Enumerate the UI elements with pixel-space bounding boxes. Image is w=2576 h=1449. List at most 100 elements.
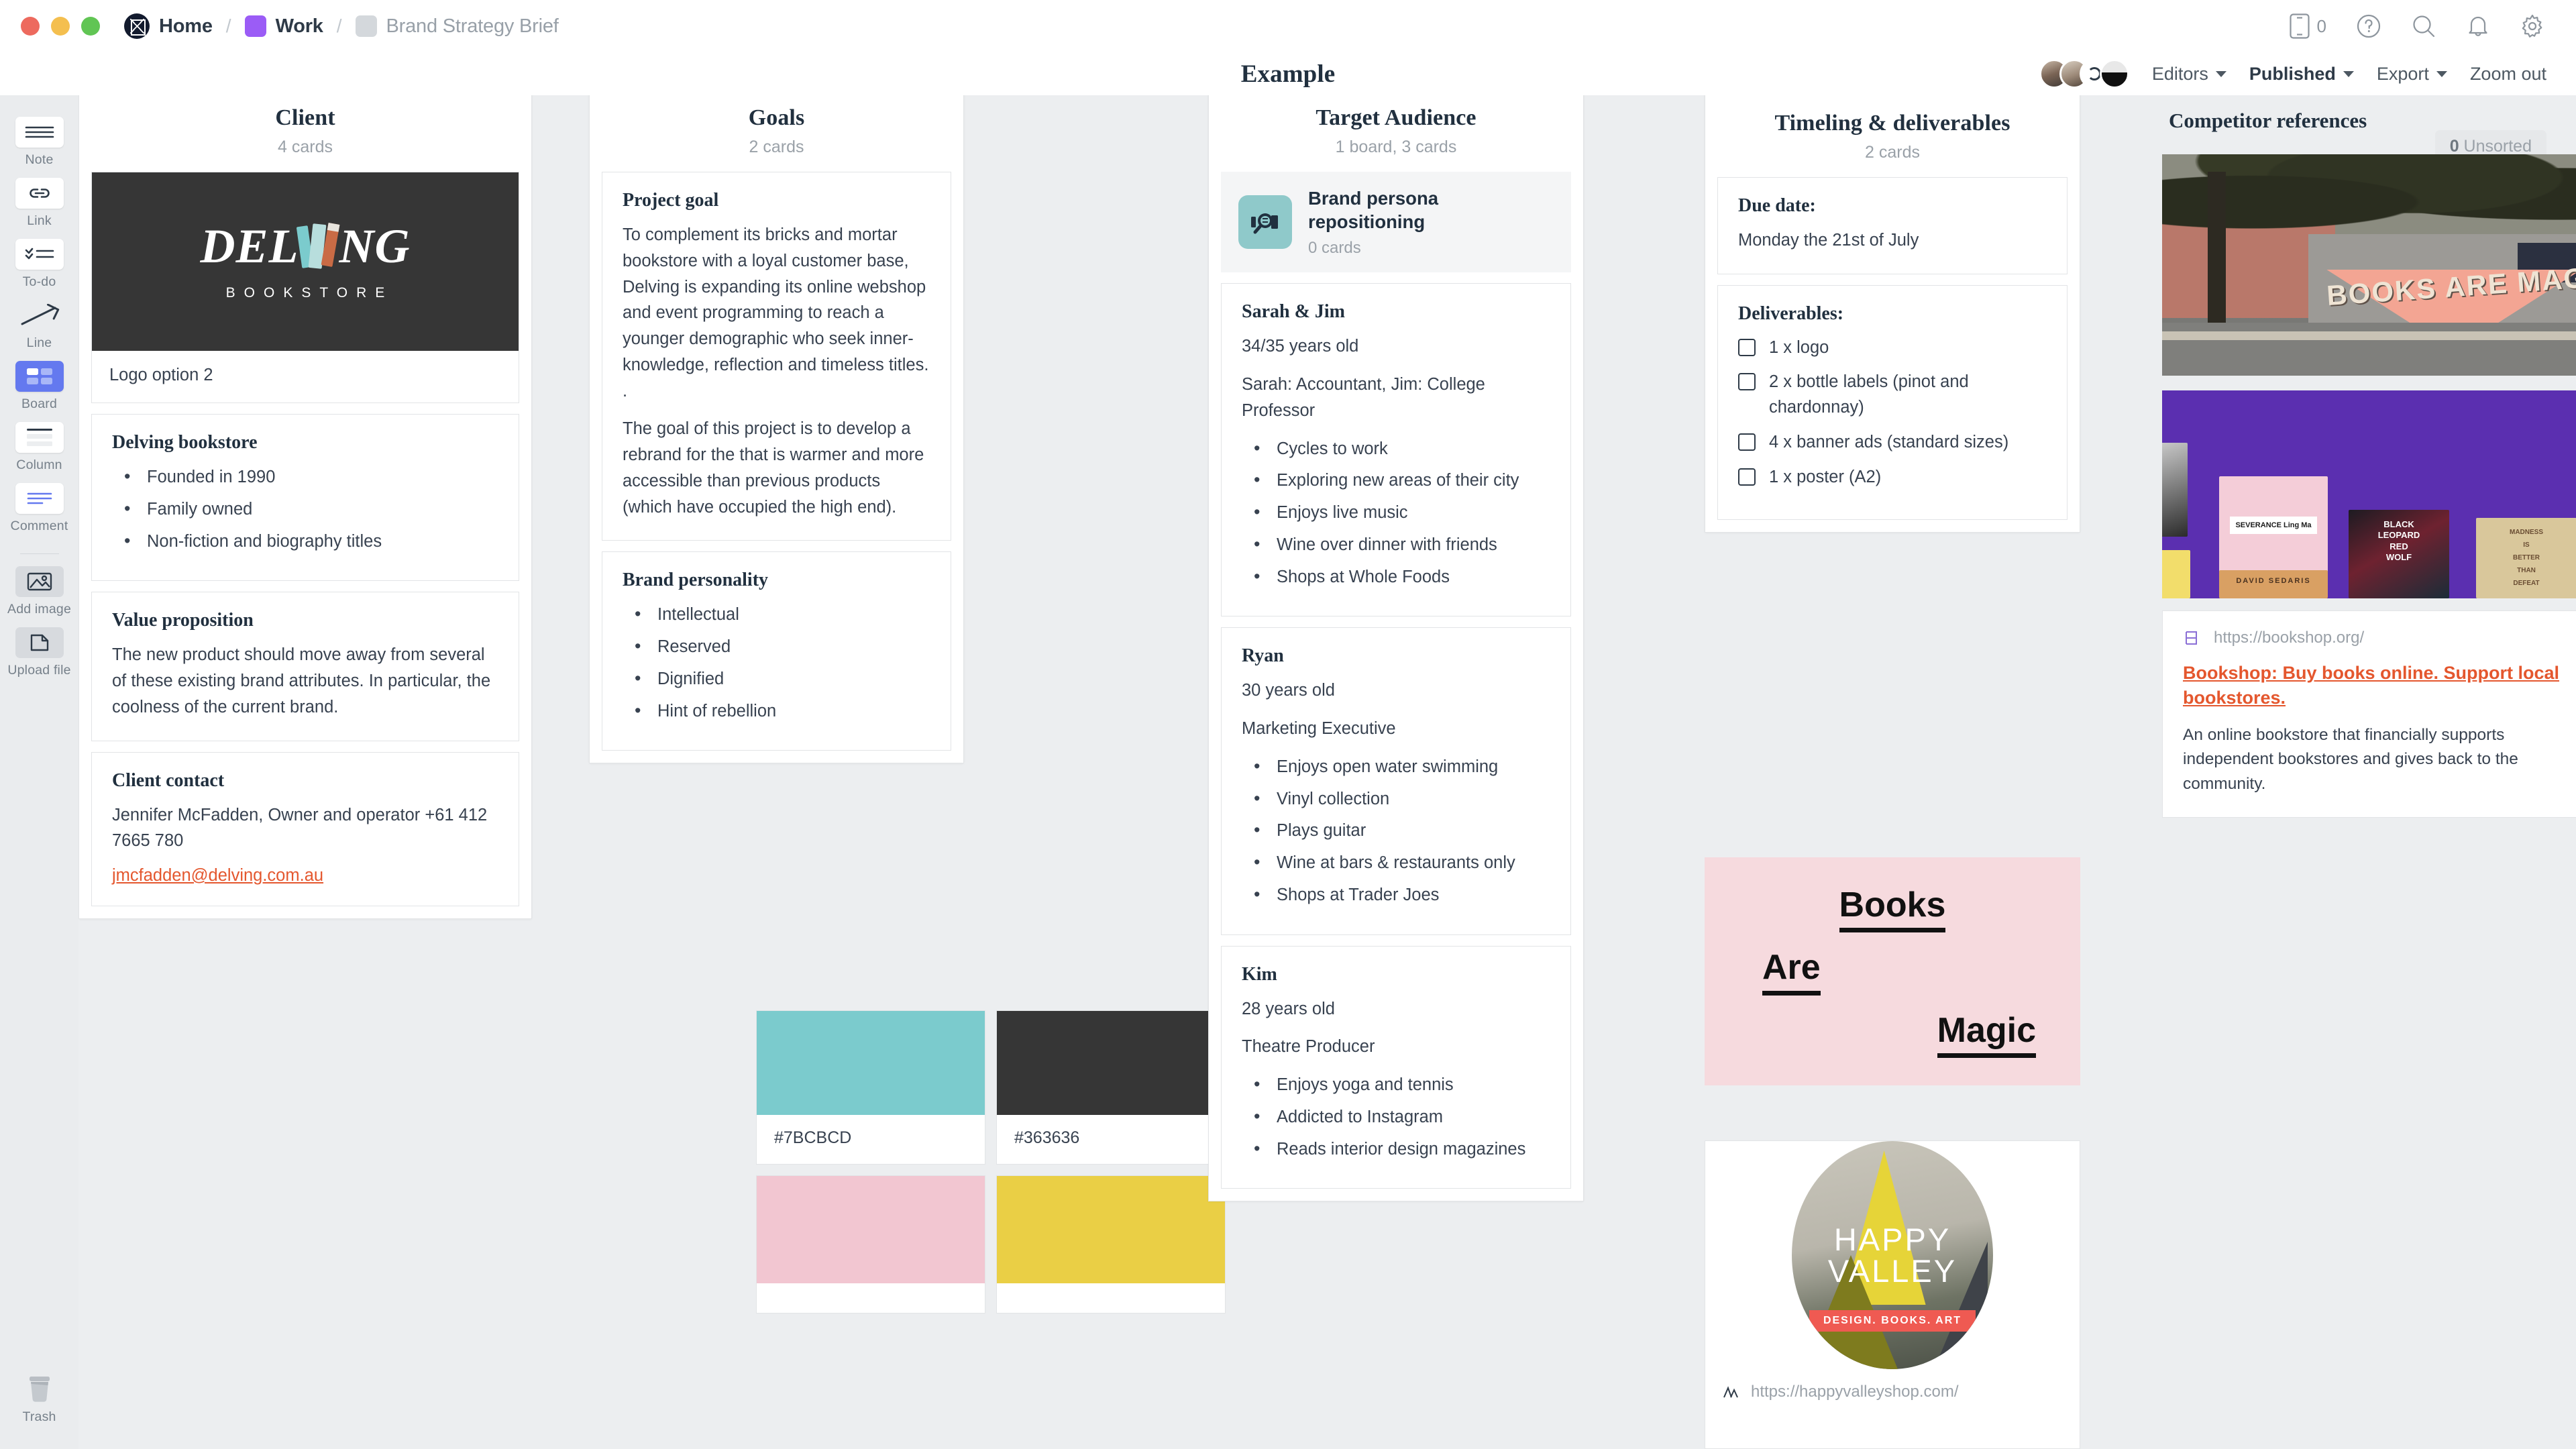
- swatch-label: [757, 1283, 985, 1313]
- card-deliverables[interactable]: Deliverables: 1 x logo 2 x bottle labels…: [1717, 284, 2068, 521]
- checklist-item[interactable]: 2 x bottle labels (pinot and chardonnay): [1738, 370, 2047, 420]
- settings-button[interactable]: [2520, 13, 2545, 39]
- window-traffic-lights: [0, 17, 100, 36]
- card-persona-ryan[interactable]: Ryan 30 years old Marketing Executive En…: [1221, 627, 1571, 935]
- card-title: Kim: [1242, 963, 1277, 985]
- editor-avatars[interactable]: [2039, 59, 2129, 89]
- breadcrumb: Home / Work / Brand Strategy Brief: [124, 13, 559, 39]
- mobile-button[interactable]: 0: [2289, 13, 2326, 39]
- client-email-link[interactable]: jmcfadden@delving.com.au: [112, 866, 323, 885]
- unsorted-count: 0: [2449, 137, 2459, 156]
- published-dropdown[interactable]: Published: [2249, 64, 2354, 85]
- file-icon: [15, 627, 64, 658]
- bookshop-link-description: An online bookstore that financially sup…: [2183, 725, 2518, 794]
- card-paragraph: Sarah: Accountant, Jim: College Professo…: [1242, 375, 1485, 420]
- checkbox[interactable]: [1738, 338, 1756, 356]
- sidebar-tool-line[interactable]: Line: [0, 300, 78, 351]
- sidebar-tool-column[interactable]: Column: [0, 422, 78, 473]
- sidebar-tool-comment[interactable]: Comment: [0, 483, 78, 534]
- column-goals[interactable]: Goals 2 cards Project goal To complement…: [589, 95, 964, 764]
- book-cover-yellow: [2162, 550, 2190, 598]
- books-are-magic-poster[interactable]: Books Are Magic: [1705, 857, 2080, 1085]
- notifications-button[interactable]: [2466, 13, 2490, 39]
- happy-valley-title: HAPPY VALLEY: [1828, 1224, 1957, 1287]
- book-cover-title: DAVID SEDARIS: [2236, 577, 2311, 585]
- list-item: Enjoys open water swimming: [1242, 753, 1550, 780]
- sidebar-tool-note[interactable]: Note: [0, 117, 78, 168]
- zoom-out-button[interactable]: Zoom out: [2470, 64, 2546, 85]
- swatch-color: [757, 1176, 985, 1283]
- link-icon: [15, 178, 64, 209]
- card-title: Ryan: [1242, 645, 1284, 667]
- export-dropdown[interactable]: Export: [2377, 64, 2447, 85]
- card-paragraph: 30 years old: [1242, 681, 1335, 700]
- card-project-goal[interactable]: Project goal To complement its bricks an…: [602, 172, 951, 541]
- happy-valley-link-card[interactable]: HAPPY VALLEY DESIGN. BOOKS. ART https://…: [1705, 1140, 2080, 1449]
- checkbox[interactable]: [1738, 468, 1756, 486]
- card-brand-personality[interactable]: Brand personality Intellectual Reserved …: [602, 551, 951, 751]
- happy-valley-url-row[interactable]: https://happyvalleyshop.com/: [1705, 1369, 2080, 1419]
- sidebar-trash-label: Trash: [22, 1409, 56, 1424]
- column-icon: [15, 422, 64, 453]
- checklist-item[interactable]: 4 x banner ads (standard sizes): [1738, 430, 2047, 455]
- editors-dropdown[interactable]: Editors: [2152, 64, 2226, 85]
- card-client-contact[interactable]: Client contact Jennifer McFadden, Owner …: [91, 751, 519, 906]
- swatch-card[interactable]: #7BCBCD: [756, 1010, 985, 1165]
- sidebar-trash[interactable]: Trash: [15, 1374, 64, 1425]
- list-item: Shops at Whole Foods: [1242, 563, 1550, 590]
- breadcrumb-separator: /: [225, 15, 231, 36]
- zoom-window-button[interactable]: [81, 17, 100, 36]
- card-delving-bookstore[interactable]: Delving bookstore Founded in 1990 Family…: [91, 414, 519, 582]
- close-window-button[interactable]: [21, 17, 40, 36]
- avatar[interactable]: [2099, 59, 2129, 89]
- column-timeline-deliverables[interactable]: Timeling & deliverables 2 cards Due date…: [1705, 95, 2080, 533]
- card-title: Sarah & Jim: [1242, 301, 1345, 323]
- checkbox[interactable]: [1738, 433, 1756, 451]
- board-canvas[interactable]: 0 Unsorted Client 4 cards DEL NG BOOKSTO…: [78, 95, 2576, 1449]
- image-icon: [15, 566, 64, 597]
- checklist-item[interactable]: 1 x poster (A2): [1738, 465, 2047, 490]
- sidebar-tool-upload-file[interactable]: Upload file: [0, 627, 78, 678]
- checkbox[interactable]: [1738, 373, 1756, 391]
- card-paragraph: Jennifer McFadden, Owner and operator +6…: [112, 805, 488, 851]
- help-button[interactable]: [2356, 13, 2381, 39]
- search-button[interactable]: [2411, 13, 2436, 39]
- delving-wordmark: DEL NG: [200, 219, 411, 273]
- sidebar-tool-todo[interactable]: To-do: [0, 239, 78, 290]
- swatch-color: [997, 1176, 1225, 1283]
- card-due-date[interactable]: Due date: Monday the 21st of July: [1717, 177, 2068, 274]
- swatch-card[interactable]: #363636: [996, 1010, 1226, 1165]
- board-color-icon: [355, 15, 377, 37]
- column-target-audience[interactable]: Target Audience 1 board, 3 cards Brand p…: [1208, 95, 1584, 1202]
- board-tile-brand-persona[interactable]: Brand persona repositioning 0 cards: [1221, 172, 1571, 273]
- column-client[interactable]: Client 4 cards DEL NG BOOKSTORE Logo opt…: [78, 95, 532, 919]
- breadcrumb-item-home[interactable]: Home: [124, 13, 213, 39]
- card-persona-sarah-jim[interactable]: Sarah & Jim 34/35 years old Sarah: Accou…: [1221, 283, 1571, 617]
- list-item: Wine at bars & restaurants only: [1242, 849, 1550, 876]
- book-cover-title: BLACK LEOPARD RED WOLF: [2377, 519, 2420, 562]
- books-are-magic-photo[interactable]: BOOKS ARE MAGIC: [2162, 154, 2576, 376]
- trash-icon: [15, 1374, 64, 1405]
- minimize-window-button[interactable]: [51, 17, 70, 36]
- card-value-proposition[interactable]: Value proposition The new product should…: [91, 592, 519, 741]
- sidebar-tool-board[interactable]: Board: [0, 361, 78, 412]
- book-covers-photo[interactable]: SEVERANCE Ling Ma BLACK LEOPARD RED WOLF MA…: [2162, 390, 2576, 598]
- poster-line-1: Books: [1839, 885, 1946, 933]
- book-cover-title: MADNESS IS BETTER THAN DEFEAT: [2509, 529, 2543, 587]
- list-item: Dignified: [623, 665, 930, 692]
- list-item: Non-fiction and biography titles: [112, 527, 498, 555]
- card-persona-kim[interactable]: Kim 28 years old Theatre Producer Enjoys…: [1221, 945, 1571, 1189]
- sidebar-tool-label: Add image: [7, 602, 72, 616]
- swatch-card[interactable]: [756, 1175, 985, 1313]
- card-paragraph: Monday the 21st of July: [1738, 231, 1919, 250]
- bookshop-link-title[interactable]: Bookshop: Buy books online. Support loca…: [2183, 661, 2576, 711]
- swatch-card[interactable]: [996, 1175, 1226, 1313]
- checklist-item[interactable]: 1 x logo: [1738, 335, 2047, 361]
- bookshop-link-card[interactable]: https://bookshop.org/ Bookshop: Buy book…: [2162, 610, 2576, 818]
- breadcrumb-item-board[interactable]: Brand Strategy Brief: [355, 15, 559, 38]
- logo-image-card[interactable]: DEL NG BOOKSTORE Logo option 2: [91, 172, 519, 403]
- sidebar-tool-link[interactable]: Link: [0, 178, 78, 229]
- sidebar-tool-add-image[interactable]: Add image: [0, 566, 78, 617]
- breadcrumb-item-workspace[interactable]: Work: [244, 15, 323, 38]
- list-item: Reserved: [623, 633, 930, 660]
